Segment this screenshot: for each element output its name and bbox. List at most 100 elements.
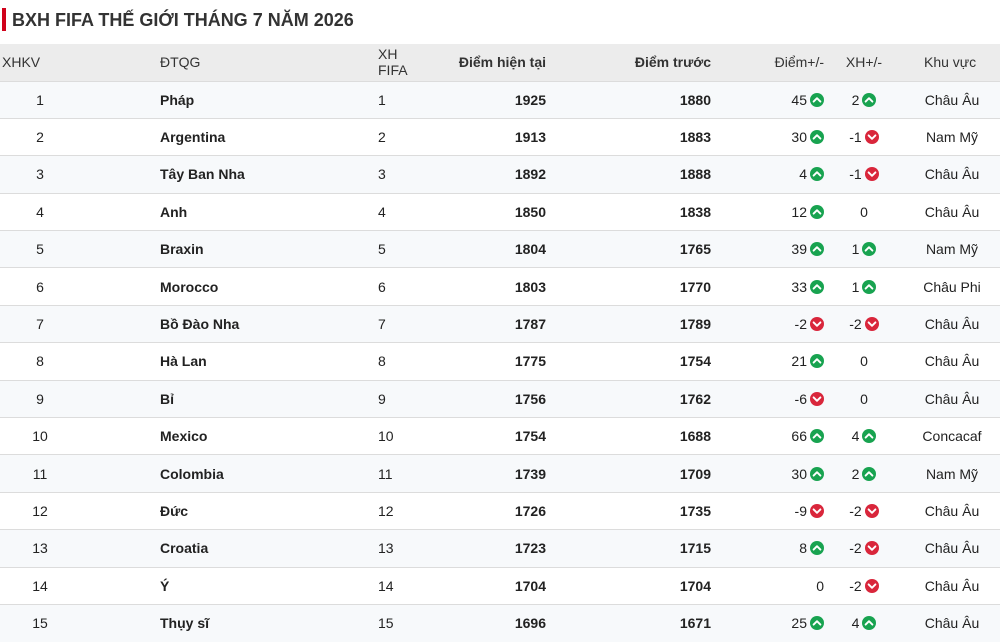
cell-points-change: -6 bbox=[711, 380, 824, 417]
col-header-rank-change[interactable]: XH+/- bbox=[824, 44, 904, 81]
arrow-down-icon bbox=[864, 317, 879, 332]
cell-points-change: 4 bbox=[711, 156, 824, 193]
table-row[interactable]: 6 Morocco 6 1803 1770 33 1 Châu Phi bbox=[0, 267, 1000, 306]
cell-rank: 14 bbox=[32, 577, 48, 594]
cell-fifa-rank: 4 bbox=[378, 203, 386, 220]
cell-team: Anh bbox=[160, 203, 188, 220]
cell-previous-points: 1709 bbox=[679, 465, 711, 482]
cell-rank: 2 bbox=[36, 129, 44, 146]
arrow-down-icon bbox=[864, 167, 879, 182]
table-row[interactable]: 12 Đức 12 1726 1735 -9 -2 Châu Âu bbox=[0, 492, 1000, 530]
cell-rank: 4 bbox=[36, 203, 44, 220]
cell-rank: 13 bbox=[32, 540, 48, 557]
table-row[interactable]: 4 Anh 4 1850 1838 12 0 Châu Âu bbox=[0, 193, 1000, 231]
cell-rank: 11 bbox=[32, 465, 48, 482]
arrow-up-icon bbox=[810, 279, 824, 294]
rank-change-value: -1 bbox=[849, 166, 862, 183]
cell-fifa-rank: 2 bbox=[378, 129, 386, 146]
cell-current-points: 1925 bbox=[514, 91, 546, 108]
arrow-up-icon bbox=[862, 279, 877, 294]
cell-current-points: 1723 bbox=[514, 540, 546, 557]
cell-current-points: 1913 bbox=[514, 129, 546, 146]
cell-previous-points: 1883 bbox=[679, 129, 711, 146]
rank-change-value: 2 bbox=[851, 91, 860, 108]
arrow-down-icon bbox=[864, 130, 879, 145]
table-row[interactable]: 5 Braxin 5 1804 1765 39 1 Nam Mỹ bbox=[0, 230, 1000, 268]
cell-rank-change: 2 bbox=[824, 455, 904, 492]
cell-current-points: 1892 bbox=[514, 166, 546, 183]
arrow-up-icon bbox=[810, 466, 824, 481]
cell-rank-change: 1 bbox=[824, 231, 904, 268]
points-change-value: 4 bbox=[799, 166, 807, 183]
table-row[interactable]: 14 Ý 14 1704 1704 0 -2 Châu Âu bbox=[0, 567, 1000, 605]
col-header-previous-points[interactable]: Điểm trước bbox=[546, 44, 711, 81]
cell-rank-change: -2 bbox=[824, 567, 904, 604]
cell-region: Châu Phi bbox=[923, 278, 981, 295]
table-row[interactable]: 3 Tây Ban Nha 3 1892 1888 4 -1 Châu Âu bbox=[0, 155, 1000, 194]
rank-change-value: 0 bbox=[860, 203, 868, 220]
arrow-down-icon bbox=[864, 541, 879, 556]
cell-rank-change: 0 bbox=[824, 343, 904, 380]
cell-team: Bồ Đào Nha bbox=[160, 316, 240, 333]
cell-fifa-rank: 6 bbox=[378, 278, 386, 295]
table-row[interactable]: 13 Croatia 13 1723 1715 8 -2 Châu Âu bbox=[0, 529, 1000, 568]
cell-fifa-rank: 3 bbox=[378, 166, 386, 183]
table-row[interactable]: 9 Bỉ 9 1756 1762 -6 0 Châu Âu bbox=[0, 380, 1000, 418]
arrow-up-icon bbox=[810, 242, 824, 257]
cell-team: Pháp bbox=[160, 91, 195, 108]
table-row[interactable]: 8 Hà Lan 8 1775 1754 21 0 Châu Âu bbox=[0, 342, 1000, 381]
cell-team: Tây Ban Nha bbox=[160, 166, 245, 183]
cell-rank: 7 bbox=[36, 316, 44, 333]
cell-points-change: 8 bbox=[711, 530, 824, 567]
cell-team: Croatia bbox=[160, 540, 209, 557]
table-row[interactable]: 7 Bồ Đào Nha 7 1787 1789 -2 -2 Châu Âu bbox=[0, 305, 1000, 343]
rank-change-value: 4 bbox=[851, 428, 860, 445]
cell-points-change: -2 bbox=[711, 305, 824, 342]
arrow-up-icon bbox=[810, 130, 824, 145]
cell-rank: 10 bbox=[32, 428, 48, 445]
cell-team: Morocco bbox=[160, 278, 219, 295]
arrow-up-icon bbox=[862, 242, 877, 257]
table-row[interactable]: 10 Mexico 10 1754 1688 66 4 Concacaf bbox=[0, 417, 1000, 455]
cell-previous-points: 1688 bbox=[679, 428, 711, 445]
cell-region: Châu Âu bbox=[924, 316, 980, 333]
table-row[interactable]: 15 Thụy sĩ 15 1696 1671 25 4 Châu Âu bbox=[0, 604, 1000, 642]
table-row[interactable]: 11 Colombia 11 1739 1709 30 2 Nam Mỹ bbox=[0, 454, 1000, 493]
rank-change-value: 1 bbox=[851, 278, 860, 295]
table-row[interactable]: 1 Pháp 1 1925 1880 45 2 Châu Âu bbox=[0, 81, 1000, 119]
cell-rank-change: -1 bbox=[824, 156, 904, 193]
cell-region: Nam Mỹ bbox=[925, 465, 979, 482]
col-header-points-change[interactable]: Điểm+/- bbox=[711, 44, 824, 81]
cell-fifa-rank: 9 bbox=[378, 390, 386, 407]
cell-points-change: -9 bbox=[711, 492, 824, 529]
cell-current-points: 1704 bbox=[514, 577, 546, 594]
cell-previous-points: 1789 bbox=[679, 316, 711, 333]
arrow-up-icon bbox=[862, 429, 877, 444]
points-change-value: 45 bbox=[791, 91, 807, 108]
cell-current-points: 1739 bbox=[514, 465, 546, 482]
rank-change-value: 0 bbox=[860, 390, 868, 407]
col-header-current-points[interactable]: Điểm hiện tại bbox=[428, 44, 546, 81]
cell-points-change: 39 bbox=[711, 231, 824, 268]
cell-previous-points: 1770 bbox=[679, 278, 711, 295]
col-header-rank[interactable]: XHKV bbox=[0, 44, 80, 81]
cell-team: Colombia bbox=[160, 465, 224, 482]
cell-rank: 12 bbox=[32, 502, 48, 519]
cell-rank: 6 bbox=[36, 278, 44, 295]
arrow-up-icon bbox=[862, 616, 877, 631]
arrow-up-icon bbox=[862, 466, 877, 481]
cell-points-change: 66 bbox=[711, 418, 824, 455]
col-header-region[interactable]: Khu vực bbox=[904, 44, 1000, 81]
col-header-fifa-rank[interactable]: XH FIFA bbox=[328, 44, 428, 81]
cell-rank-change: 2 bbox=[824, 81, 904, 118]
arrow-down-icon bbox=[810, 503, 824, 518]
table-row[interactable]: 2 Argentina 2 1913 1883 30 -1 Nam Mỹ bbox=[0, 118, 1000, 156]
arrow-up-icon bbox=[810, 167, 824, 182]
title-accent-bar bbox=[2, 8, 6, 31]
cell-fifa-rank: 5 bbox=[378, 241, 386, 258]
cell-rank: 3 bbox=[36, 166, 44, 183]
cell-previous-points: 1838 bbox=[679, 203, 711, 220]
cell-region: Concacaf bbox=[922, 428, 982, 445]
col-header-team[interactable]: ĐTQG bbox=[80, 44, 328, 81]
arrow-up-icon bbox=[810, 429, 824, 444]
